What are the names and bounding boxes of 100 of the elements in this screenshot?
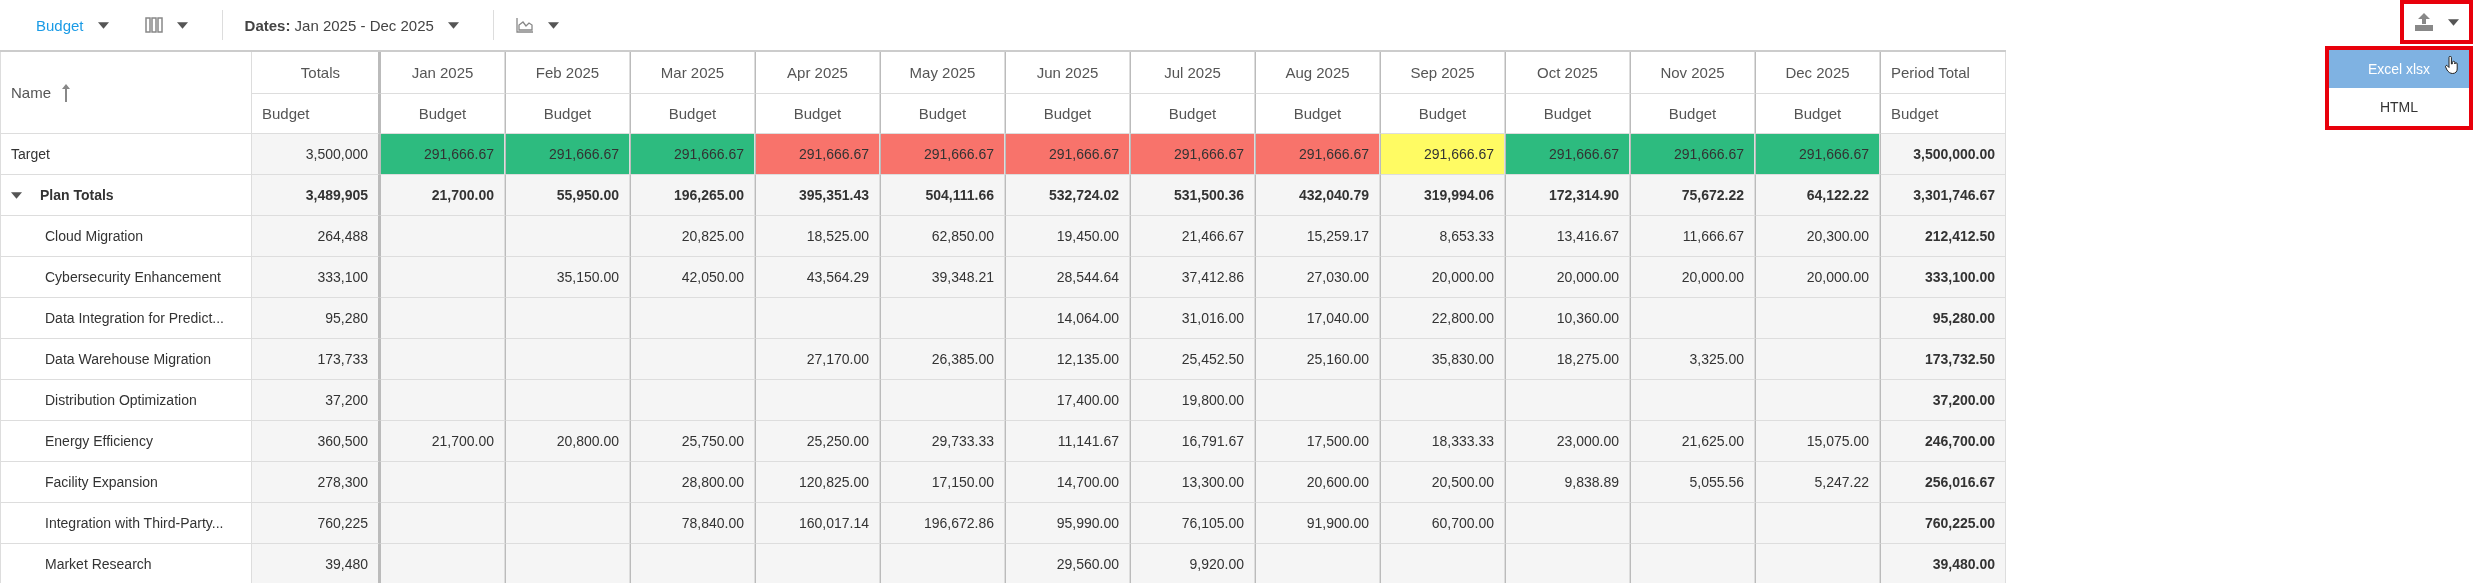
- table-cell: 78,840.00: [630, 503, 755, 544]
- table-cell: 28,544.64: [1005, 257, 1130, 298]
- target-cell: 291,666.67: [1380, 134, 1505, 175]
- table-cell: 29,733.33: [880, 421, 1005, 462]
- column-header: Aug 2025: [1255, 52, 1380, 94]
- table-cell: 173,732.50: [1880, 339, 2006, 380]
- table-cell: 37,412.86: [1130, 257, 1255, 298]
- table-cell: 60,700.00: [1380, 503, 1505, 544]
- table-cell: 15,259.17: [1255, 216, 1380, 257]
- table-cell: 20,300.00: [1755, 216, 1880, 257]
- row-name: Integration with Third-Party...: [0, 503, 252, 544]
- table-cell: 21,466.67: [1130, 216, 1255, 257]
- target-cell: 291,666.67: [630, 134, 755, 175]
- column-subheader: Budget: [1130, 94, 1255, 134]
- table-cell: 75,672.22: [1630, 175, 1755, 216]
- table-cell: 39,348.21: [880, 257, 1005, 298]
- table-cell: 20,000.00: [1630, 257, 1755, 298]
- table-cell: 95,280: [252, 298, 380, 339]
- target-cell: 291,666.67: [880, 134, 1005, 175]
- row-name: Cloud Migration: [0, 216, 252, 257]
- column-subheader: Budget: [1380, 94, 1505, 134]
- column-header: Feb 2025: [505, 52, 630, 94]
- column-subheader: Budget: [1505, 94, 1630, 134]
- column-label: Name: [11, 84, 51, 101]
- area-chart-icon: [515, 17, 534, 33]
- table-cell: 16,791.67: [1130, 421, 1255, 462]
- table-cell: 3,500,000.00: [1880, 134, 2006, 175]
- column-subheader: Budget: [1880, 94, 2006, 134]
- export-button[interactable]: [2400, 0, 2473, 44]
- dates-dropdown[interactable]: Dates: Jan 2025 - Dec 2025: [232, 10, 471, 40]
- table-cell: 14,700.00: [1005, 462, 1130, 503]
- row-name: Data Warehouse Migration: [0, 339, 252, 380]
- table-cell: 504,111.66: [880, 175, 1005, 216]
- row-name: Cybersecurity Enhancement: [0, 257, 252, 298]
- table-cell: 11,666.67: [1630, 216, 1755, 257]
- column-subheader: Budget: [505, 94, 630, 134]
- caret-icon: [176, 21, 188, 29]
- table-cell: 17,400.00: [1005, 380, 1130, 421]
- table-cell: 8,653.33: [1380, 216, 1505, 257]
- table-cell: 278,300: [252, 462, 380, 503]
- column-subheader: Budget: [1005, 94, 1130, 134]
- column-subheader: Budget: [1630, 94, 1755, 134]
- table-cell: 20,500.00: [1380, 462, 1505, 503]
- table-cell: 31,016.00: [1130, 298, 1255, 339]
- table-cell: 62,850.00: [880, 216, 1005, 257]
- column-header: Mar 2025: [630, 52, 755, 94]
- target-cell: 291,666.67: [1630, 134, 1755, 175]
- table-cell: 39,480.00: [1880, 544, 2006, 583]
- table-cell: 172,314.90: [1505, 175, 1630, 216]
- column-subheader: Budget: [252, 94, 380, 134]
- menu-item[interactable]: HTML: [2329, 88, 2469, 126]
- row-name: Market Research: [0, 544, 252, 583]
- caret-icon: [97, 21, 109, 29]
- upload-icon: [2414, 13, 2434, 31]
- column-header[interactable]: Name: [0, 52, 252, 134]
- table-cell: 18,275.00: [1505, 339, 1630, 380]
- table-cell: 23,000.00: [1505, 421, 1630, 462]
- column-header: Nov 2025: [1630, 52, 1755, 94]
- column-subheader: Budget: [380, 94, 505, 134]
- table-cell: 29,560.00: [1005, 544, 1130, 583]
- table-cell: 42,050.00: [630, 257, 755, 298]
- table-cell: 3,301,746.67: [1880, 175, 2006, 216]
- table-cell: 333,100.00: [1880, 257, 2006, 298]
- table-cell: 22,800.00: [1380, 298, 1505, 339]
- table-cell: 21,700.00: [380, 421, 505, 462]
- row-name: Target: [0, 134, 252, 175]
- table-cell: 120,825.00: [755, 462, 880, 503]
- table-cell: 19,800.00: [1130, 380, 1255, 421]
- column-header: Oct 2025: [1505, 52, 1630, 94]
- table-cell: 39,480: [252, 544, 380, 583]
- target-cell: 291,666.67: [1255, 134, 1380, 175]
- collapse-caret-icon[interactable]: [11, 191, 22, 199]
- table-cell: 395,351.43: [755, 175, 880, 216]
- table-cell: 37,200.00: [1880, 380, 2006, 421]
- table-cell: 64,122.22: [1755, 175, 1880, 216]
- table-cell: 55,950.00: [505, 175, 630, 216]
- table-cell: 35,830.00: [1380, 339, 1505, 380]
- table-cell: 20,800.00: [505, 421, 630, 462]
- group-row-header[interactable]: Plan Totals: [0, 175, 252, 216]
- caret-icon: [447, 21, 459, 29]
- columns-icon: [144, 17, 163, 33]
- table-cell: 20,000.00: [1755, 257, 1880, 298]
- table-cell: 760,225.00: [1880, 503, 2006, 544]
- table-cell: 531,500.36: [1130, 175, 1255, 216]
- table-cell: 256,016.67: [1880, 462, 2006, 503]
- column-subheader: Budget: [880, 94, 1005, 134]
- column-header: Period Total: [1880, 52, 2006, 94]
- table-cell: 20,825.00: [630, 216, 755, 257]
- table-cell: 27,030.00: [1255, 257, 1380, 298]
- table-cell: 5,055.56: [1630, 462, 1755, 503]
- table-cell: 319,994.06: [1380, 175, 1505, 216]
- table-cell: 76,105.00: [1130, 503, 1255, 544]
- table-cell: 20,000.00: [1505, 257, 1630, 298]
- table-cell: 246,700.00: [1880, 421, 2006, 462]
- table-cell: 3,325.00: [1630, 339, 1755, 380]
- column-header: Jul 2025: [1130, 52, 1255, 94]
- table-cell: 18,333.33: [1380, 421, 1505, 462]
- table-cell: 25,160.00: [1255, 339, 1380, 380]
- target-cell: 291,666.67: [505, 134, 630, 175]
- group-name: Plan Totals: [40, 187, 114, 203]
